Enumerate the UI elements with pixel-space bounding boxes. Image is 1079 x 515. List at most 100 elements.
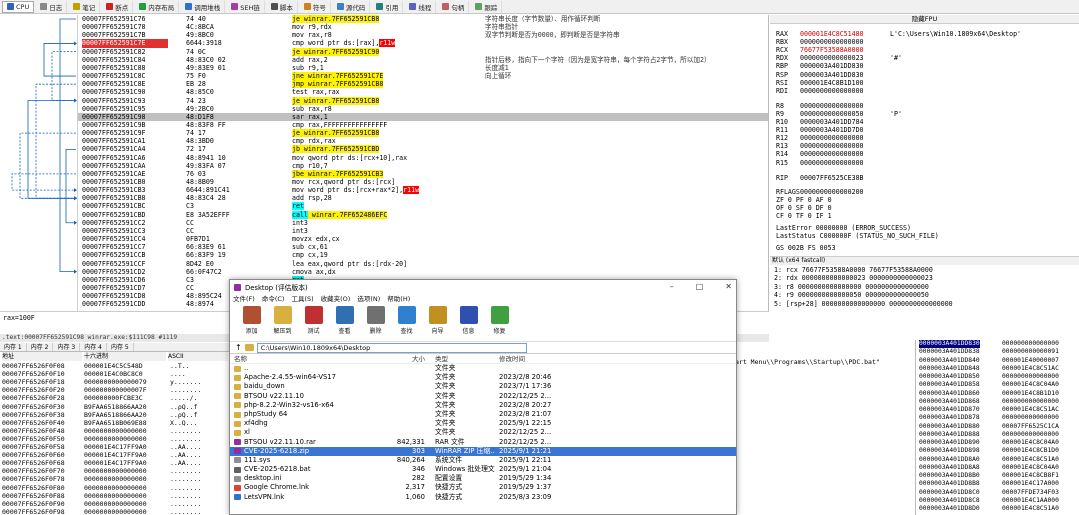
dump-row[interactable]: 00007FF6526F0F80 0000000000000000........ [0,484,230,492]
stack-view[interactable]: 0000003A401DD830 000000000000000 0000003A4… [915,340,1079,515]
flags-row[interactable]: ZF 0 PF 0 AF 0 [776,196,832,204]
winrar-title-bar[interactable]: Desktop (评估版本) – □ ✕ [230,280,736,294]
dump-tab-5[interactable]: 内存 5 [107,343,134,351]
register-row[interactable]: R9 0000000000000050 'P' [776,110,902,118]
disasm-row[interactable]: 00007FF652591C93 74 23 je winrar.7FF652591… [78,96,768,105]
disasm-row[interactable]: 00007FF652591C84 48:83C0 02 add rax,2 指针后移，… [78,56,768,64]
disasm-row[interactable]: 00007FF652591C82 74 0C je winrar.7FF652591… [78,47,768,56]
close-button[interactable]: ✕ [725,282,732,291]
dump-tab-1[interactable]: 内存 1 [0,343,27,351]
dump-row[interactable]: 00007FF6526F0F18 0000000000000079 y....... [0,378,230,386]
disasm-row[interactable]: 00007FF652591C9B 48:83F8 FF cmp rax,FFFFFF… [78,121,768,129]
call-arg-row[interactable]: 1: rcx 76677F53588A0000 76677F53588A0000 [774,266,933,274]
stack-row[interactable]: 0000003A401DD8A8 000001E4C8C04A0 [916,464,1079,472]
file-row[interactable]: BTSOU v22.11.10 文件夹 2022/12/25 2... [230,392,736,401]
stack-row[interactable]: 0000003A401DD870 000001E4C8C51AC [916,406,1079,414]
disasm-row[interactable]: 00007FF652591C76 74 40 je winrar.7FF652591… [78,15,768,23]
stack-row[interactable]: 0000003A401DD868 000000000000000 [916,398,1079,406]
disasm-row[interactable]: 00007FF652591CA1 48:3BD0 cmp rdx,rax [78,137,768,145]
dump-tab-4[interactable]: 内存 4 [80,343,107,351]
register-row[interactable]: R10 0000003A401DD784 [776,118,890,126]
dump-row[interactable]: 00007FF6526F0F48 0000000000000000........ [0,427,230,435]
disasm-row[interactable]: 00007FF652591CB8 48:83C4 28 add rsp,28 [78,194,768,202]
tab-symbols[interactable]: 符号 [300,0,331,13]
call-arg-row[interactable]: 3: r8 0000000000000000 0000000000000000 [774,283,929,291]
disasm-row[interactable]: 00007FF652591CC4 0FB7D1 movzx edx,cx [78,235,768,243]
register-row[interactable]: RCX 76677F53588A0000 [776,46,890,54]
file-row[interactable]: phpStudy 64 文件夹 2023/2/8 21:07 [230,410,736,419]
tab-notes[interactable]: 笔记 [69,0,101,13]
stack-row[interactable]: 0000003A401DD888 000000000000000 [916,431,1079,439]
up-folder-button[interactable]: ↑ [235,343,242,352]
find-magnifier-button[interactable]: 查找 [393,306,420,335]
disasm-row[interactable]: 00007FF652591CAA 49:83FA 07 cmp r10,7 [78,162,768,170]
register-row[interactable]: R12 0000000000000000 [776,134,890,142]
tab-breakpoint[interactable]: 断点 [102,0,134,13]
disasm-row[interactable]: 00007FF652591C88 49:83E9 01 sub r9,1 长度减1 [78,64,768,72]
disasm-row[interactable]: 00007FF652591C98 48:D1F8 sar rax,1 [78,112,768,122]
disasm-row[interactable]: 00007FF652591CBC C3 ret [78,202,768,211]
add-archive-button[interactable]: 添加 [238,306,265,335]
register-row[interactable]: R8 0000000000000000 [776,102,890,110]
register-row[interactable]: RAX 000001E4C8C51480 L'C:\Users\Win10.1809… [776,30,1021,38]
dump-row[interactable]: 00007FF6526F0F50 0000000000000000........ [0,435,230,443]
register-row[interactable]: R13 0000000000000000 [776,142,890,150]
calling-convention-label[interactable]: 默认 (x64 fastcall) [770,257,1079,265]
file-row[interactable]: baidu_down 文件夹 2023/7/1 17:36 [230,382,736,391]
stack-row[interactable]: 0000003A401DD860 000001E4C8B1D10 [916,390,1079,398]
register-row[interactable]: R11 0000003A401DD7D0 [776,126,890,134]
register-row[interactable]: R15 0000000000000000 [776,159,890,167]
disasm-row[interactable]: 00007FF652591CAE 76 03 jbe winrar.7FF65259… [78,169,768,178]
flags-row[interactable]: CF 0 TF 0 IF 1 [776,212,832,220]
stack-row[interactable]: 0000003A401DD8C8 000001E4C1AA000 [916,497,1079,505]
stack-row[interactable]: 0000003A401DD8B8 000001E4C17A000 [916,480,1079,488]
stack-row[interactable]: 0000003A401DD830 000000000000000 [916,340,1079,349]
stack-row[interactable]: 0000003A401DD8A0 000001E4C8C51A0 [916,456,1079,464]
dump-tab-3[interactable]: 内存 3 [53,343,81,351]
register-row[interactable]: RIP 00007FF6525CE38B [776,174,890,182]
stack-row[interactable]: 0000003A401DD858 000001E4C8C04A0 [916,381,1079,389]
tab-script[interactable]: 脚本 [267,0,298,13]
menu-item[interactable]: 帮助(H) [387,294,410,304]
stack-row[interactable]: 0000003A401DD848 000001E4C8C51AC [916,365,1079,373]
tab-threads[interactable]: 线程 [405,0,437,13]
register-row[interactable]: RBP 0000003A401DD830 [776,62,890,70]
file-row[interactable]: php-8.2.2-Win32-vs16-x64 文件夹 2023/2/8 20:2… [230,401,736,410]
maximize-button[interactable]: □ [696,282,704,291]
tab-trace[interactable]: 跟踪 [471,0,503,13]
tab-handles[interactable]: 句柄 [438,0,470,13]
tab-references[interactable]: 引用 [372,0,404,13]
dump-row[interactable]: 00007FF6526F0F70 0000000000000000........ [0,467,230,475]
call-arg-row[interactable]: 5: [rsp+28] 0000000000000000 00000000000… [774,300,953,308]
dump-row[interactable]: 00007FF6526F0F90 0000000000000000........ [0,500,230,508]
menu-item[interactable]: 选项(N) [357,294,380,304]
column-date[interactable]: 修改时间 [495,354,565,363]
call-arg-row[interactable]: 2: rdx 0000000000000023 0000000000000023 [774,274,933,282]
disasm-row[interactable]: 00007FF652591C8C 75 F0 jne winrar.7FF65259… [78,72,768,81]
stack-row[interactable]: 0000003A401DD878 000000000000000 [916,414,1079,422]
stack-row[interactable]: 0000003A401DD8D0 000001E4C8C51A0 [916,505,1079,513]
winrar-window[interactable]: Desktop (评估版本) – □ ✕ 文件(F) 命令(C) 工具(S) 收藏夹(… [229,279,737,515]
tab-source[interactable]: 源代码 [333,0,371,13]
disasm-row[interactable]: 00007FF652591CA4 72 17 jb winrar.7FF652591… [78,145,768,154]
file-row[interactable]: xf4dhg 文件夹 2025/9/1 22:15 [230,419,736,428]
minimize-button[interactable]: – [670,282,674,291]
disasm-row[interactable]: 00007FF652591C7E 6644:3918 cmp word ptr ds… [78,39,768,48]
file-row[interactable]: Google Chrome.lnk 2,317 快捷方式 2019/5/29 1:37 [230,483,736,492]
register-row[interactable]: R14 0000000000000000 [776,150,890,158]
repair-button[interactable]: 修复 [486,306,513,335]
dump-row[interactable]: 00007FF6526F0F88 0000000000000000........ [0,492,230,500]
call-args-panel[interactable]: 默认 (x64 fastcall) 1: rcx 76677F53588A000… [770,256,1079,311]
dump-row[interactable]: 00007FF6526F0F40 B9FAA6518B069E88 X..Q... [0,419,230,427]
menu-item[interactable]: 工具(S) [291,294,313,304]
disasm-row[interactable]: 00007FF652591CBD E8 3A52EFFF call winrar.7… [78,210,768,219]
disasm-row[interactable]: 00007FF652591C7B 49:8BC0 mov rax,r8 双字节判断是否… [78,31,768,39]
dump-row[interactable]: 00007FF6526F0F78 0000000000000000........ [0,475,230,483]
dump-row[interactable]: 00007FF6526F0F58 000001E4C17FF9A0 ..AA.... [0,443,230,451]
info-button[interactable]: 信息 [455,306,482,335]
stack-row[interactable]: 0000003A401DD838 000000000000091 [916,348,1079,356]
register-row[interactable]: RFLAGS0000000000000200 [776,188,890,196]
file-row[interactable]: 111.sys 840,264 系统文件 2025/9/1 22:11 [230,456,736,465]
disasm-row[interactable]: 00007FF652591CC7 66:83E9 61 sub cx,61 [78,243,768,251]
disasm-row[interactable]: 00007FF652591C78 4C:8BCA mov r9,rdx 字符串指针 [78,23,768,31]
